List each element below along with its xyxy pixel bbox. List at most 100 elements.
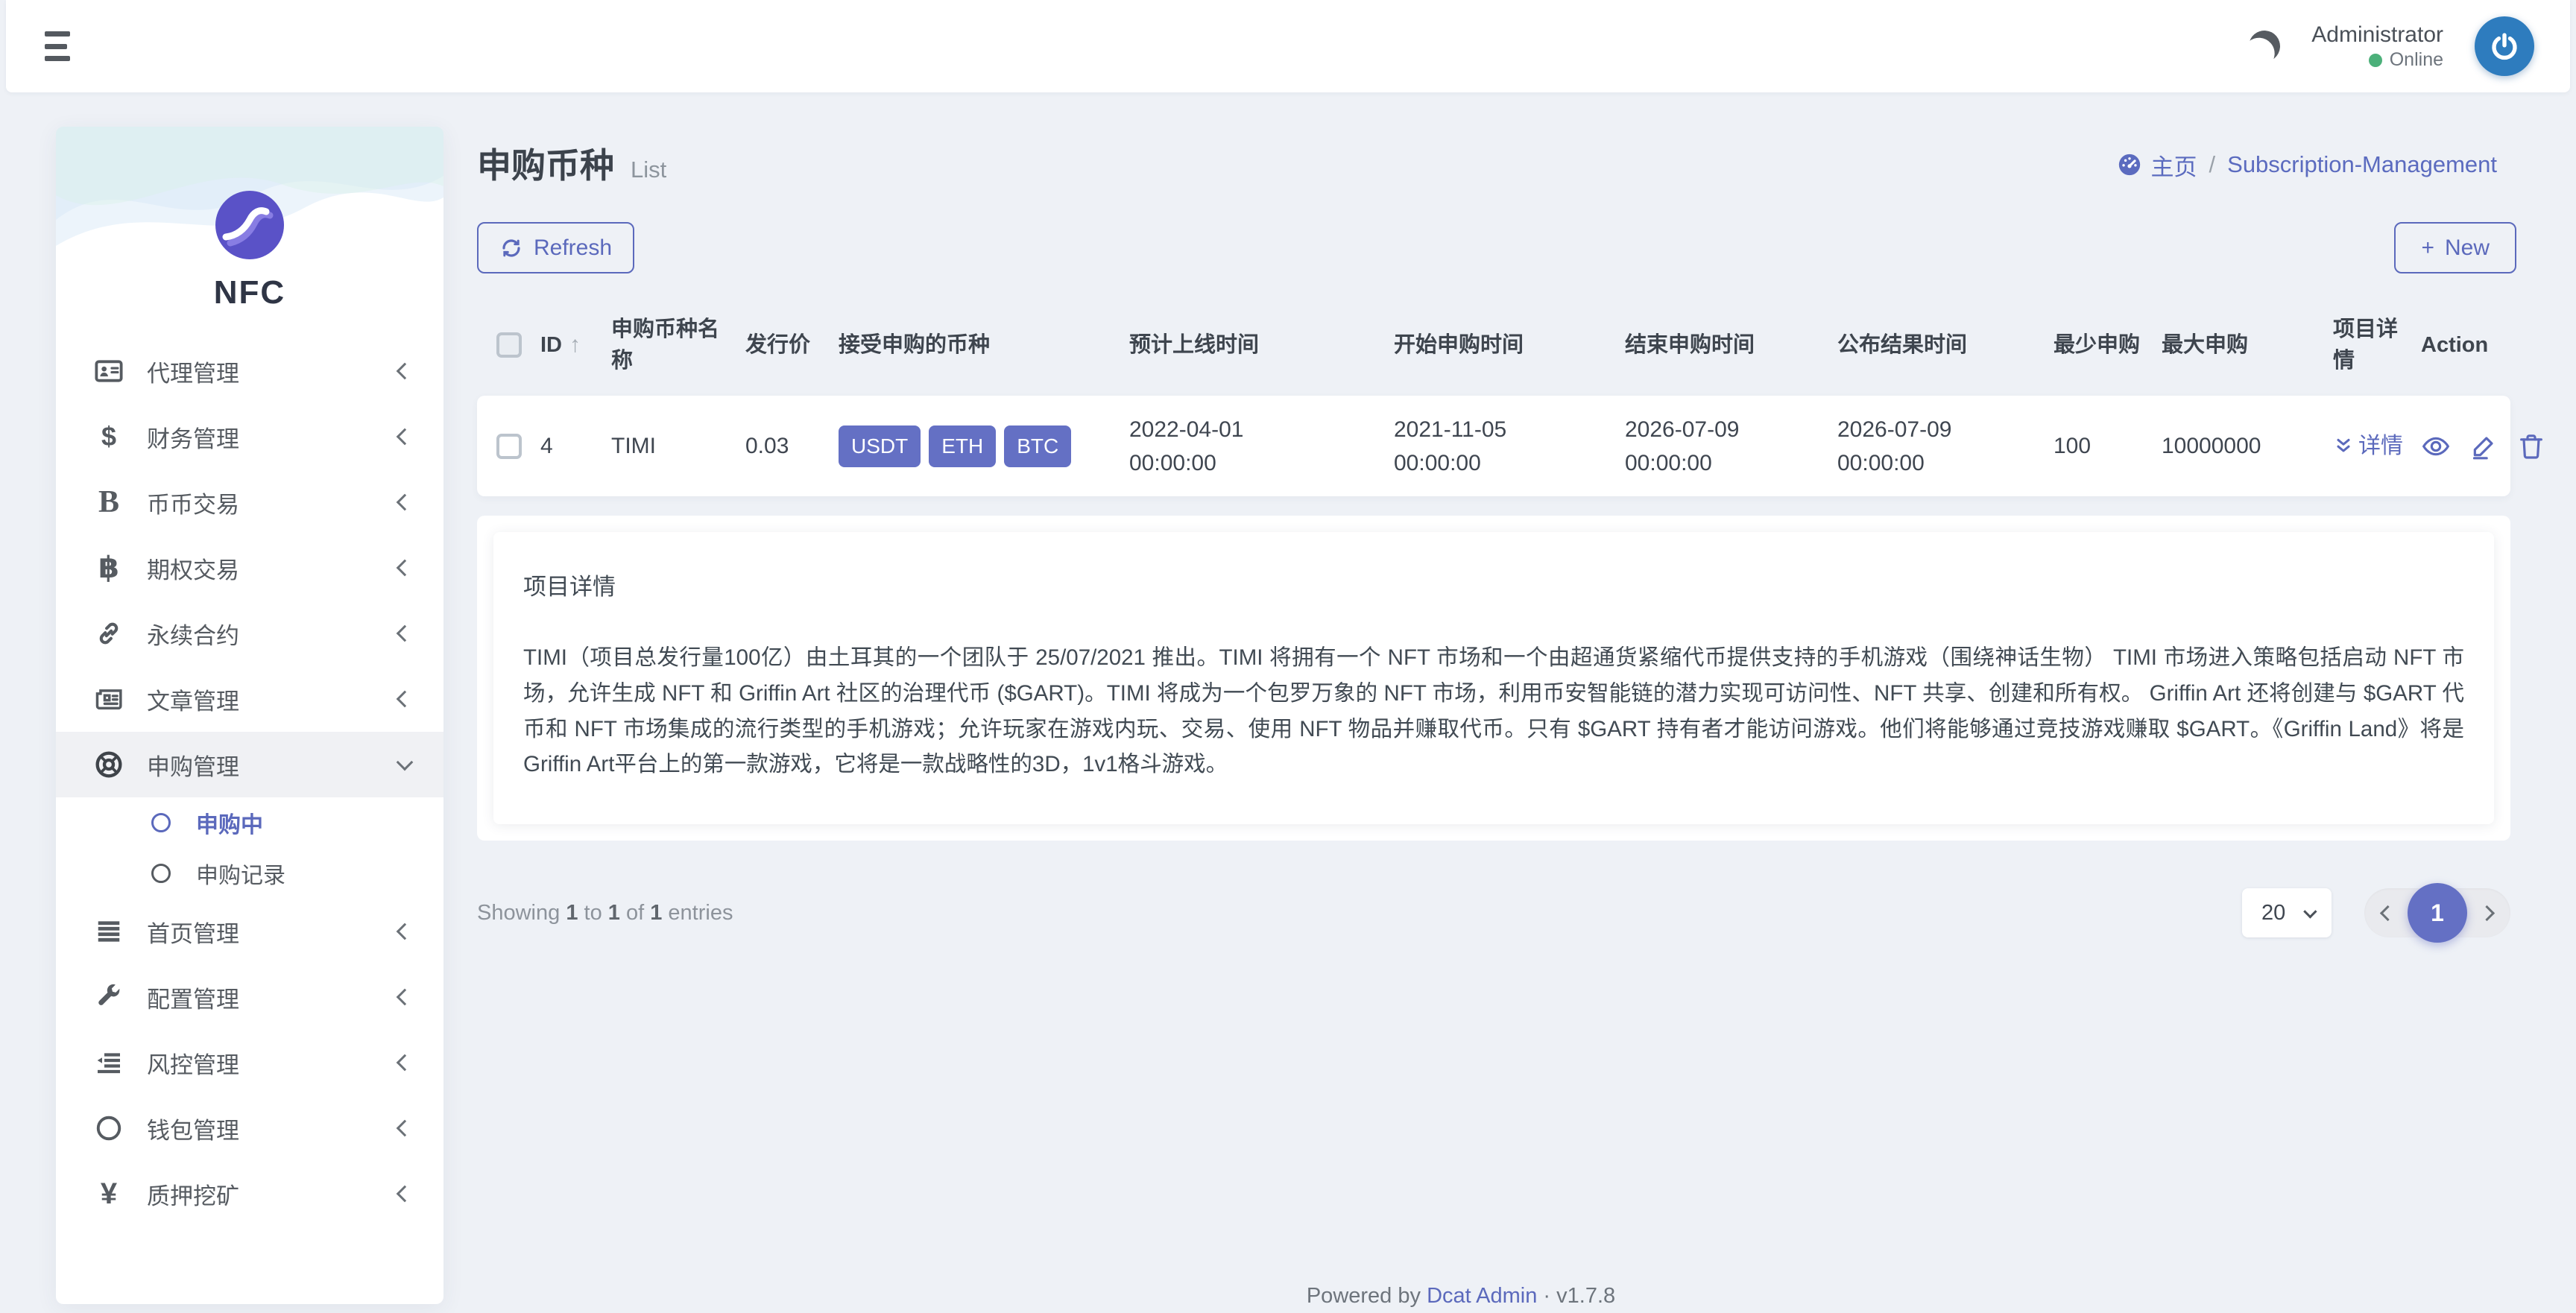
row-actions [2421,431,2542,461]
id-card-icon [93,355,124,387]
sidebar-subitem-label: 申购记录 [196,864,285,888]
sidebar-menu: 代理管理 $ 财务管理 B 币币交易 ฿ 期权交易 永续合约 文章管理 申购管理… [56,338,443,1227]
chevron-left-icon [396,493,414,511]
circle-icon [151,864,171,883]
cell-expected-online: 2022-04-01 00:00:00 [1129,417,1244,475]
delete-icon[interactable] [2516,431,2546,461]
chevron-left-icon [396,1185,414,1203]
sidebar-item-finance-management[interactable]: $ 财务管理 [56,404,443,469]
sidebar-item-subscription-management[interactable]: 申购管理 [56,732,443,797]
refresh-icon [502,238,520,257]
chevron-left-icon [396,1119,414,1137]
per-page-select[interactable]: 20 [2242,888,2332,938]
column-header-accepted: 接受申购的币种 [839,333,991,358]
column-header-id[interactable]: ID ↑ [540,329,611,361]
yen-icon: ¥ [100,1177,118,1210]
chevron-left-icon [396,559,414,577]
sidebar: NFC 代理管理 $ 财务管理 B 币币交易 ฿ 期权交易 永续合约 文章管理 … [56,127,443,1304]
circle-icon [93,1113,124,1144]
top-navbar: Administrator Online [6,0,2570,92]
cell-detail: 详情 [2333,429,2421,463]
wrench-icon [93,981,124,1013]
previous-page-button[interactable] [2379,905,2396,921]
column-header-detail: 项目详情 [2333,317,2399,373]
sidebar-subitem-subscription-records[interactable]: 申购记录 [56,848,443,899]
chevron-down-icon [396,753,414,771]
user-info[interactable]: Administrator Online [2311,21,2443,72]
data-table: ID ↑ 申购币种名称 发行价 接受申购的币种 预计上线时间 开始申购时间 结束申… [477,303,2542,497]
online-label: Online [2389,49,2443,71]
detail-card: 项目详情 TIMI（项目总发行量100亿）由土耳其的一个团队于 25/07/20… [477,516,2510,841]
cell-end-time: 2026-07-09 00:00:00 [1625,417,1740,475]
app-root: Administrator Online NFC 代理管理 $ 财务管理 B 币… [0,0,2576,1313]
breadcrumb: 主页 / Subscription-Management [2117,148,2527,182]
letter-b-icon: B [98,485,119,519]
sidebar-item-label: 钱包管理 [147,1117,239,1144]
edit-icon[interactable] [2469,431,2498,461]
dollar-icon: $ [101,421,117,452]
user-avatar[interactable] [2475,16,2534,76]
row-checkbox[interactable] [496,433,522,459]
detail-panel: 项目详情 TIMI（项目总发行量100亿）由土耳其的一个团队于 25/07/20… [493,532,2494,824]
sidebar-item-label: 申购管理 [147,753,239,780]
life-ring-icon [93,749,124,780]
sidebar-toggle-button[interactable] [45,31,79,61]
detail-panel-body: TIMI（项目总发行量100亿）由土耳其的一个团队于 25/07/2021 推出… [523,645,2464,777]
chevron-double-down-icon [2337,438,2350,452]
user-name: Administrator [2311,22,2443,47]
new-button[interactable]: + New [2394,222,2516,273]
sidebar-item-spot-trading[interactable]: B 币币交易 [56,469,443,535]
sidebar-item-label: 永续合约 [147,622,239,649]
chevron-left-icon [396,624,414,642]
chevron-left-icon [396,1054,414,1072]
bitcoin-icon: ฿ [98,551,119,584]
sidebar-item-staking-mining[interactable]: ¥ 质押挖矿 [56,1161,443,1227]
sidebar-subitem-label: 申购中 [196,813,263,838]
sidebar-item-label: 币币交易 [147,491,239,518]
chevron-left-icon [396,923,414,940]
chevron-down-icon [2303,904,2317,919]
cell-id: 4 [540,434,553,459]
chain-link-icon [93,618,124,649]
currency-badge: BTC [1004,425,1072,467]
dcat-admin-link[interactable]: Dcat Admin [1427,1284,1537,1308]
sidebar-item-options-trading[interactable]: ฿ 期权交易 [56,535,443,601]
main-content: 申购币种 List 主页 / Subscription-Management R… [477,92,2542,1313]
version-label: v1.7.8 [1556,1284,1616,1308]
sidebar-item-wallet-management[interactable]: 钱包管理 [56,1095,443,1161]
cell-min: 100 [2053,434,2092,459]
chevron-left-icon [396,428,414,446]
page-subtitle: List [631,156,667,183]
refresh-button[interactable]: Refresh [477,222,635,273]
view-icon[interactable] [2421,431,2451,461]
detail-expand-link[interactable]: 详情 [2333,434,2403,458]
current-page-button[interactable]: 1 [2408,883,2467,943]
cell-accepted: USDT ETH BTC [839,425,1129,467]
nfc-logo-icon [215,191,284,259]
plus-icon: + [2421,235,2434,260]
footer: Powered by Dcat Admin · v1.7.8 [1306,1284,1616,1308]
dashboard-gauge-icon [2118,154,2140,176]
breadcrumb-current-link[interactable]: Subscription-Management [2227,151,2497,178]
sidebar-item-label: 质押挖矿 [147,1183,239,1209]
cell-name: TIMI [611,434,656,459]
dark-mode-toggle-icon[interactable] [2245,27,2285,66]
table-header-row: ID ↑ 申购币种名称 发行价 接受申购的币种 预计上线时间 开始申购时间 结束申… [477,303,2510,396]
select-all-checkbox[interactable] [496,332,522,358]
page-title: 申购币种 [477,146,614,185]
sidebar-subitem-subscribing[interactable]: 申购中 [56,797,443,848]
next-page-button[interactable] [2478,905,2496,921]
sidebar-item-label: 配置管理 [147,986,239,1013]
sidebar-item-homepage-management[interactable]: 首页管理 [56,899,443,964]
sidebar-item-agent-management[interactable]: 代理管理 [56,338,443,404]
sidebar-item-label: 财务管理 [147,425,239,452]
sidebar-item-config-management[interactable]: 配置管理 [56,964,443,1030]
outdent-list-icon [93,1047,124,1078]
breadcrumb-home-link[interactable]: 主页 [2117,148,2197,182]
chevron-left-icon [396,362,414,380]
sidebar-item-risk-management[interactable]: 风控管理 [56,1030,443,1095]
sidebar-item-perpetual-contract[interactable]: 永续合约 [56,601,443,666]
sidebar-item-article-management[interactable]: 文章管理 [56,666,443,732]
cell-start-time: 2021-11-05 00:00:00 [1394,417,1507,475]
column-header-min: 最少申购 [2053,333,2141,358]
